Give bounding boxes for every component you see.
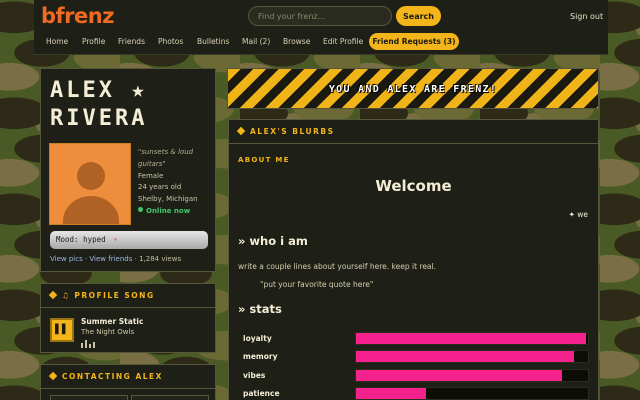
mood-label: Mood: [56,235,79,244]
nav-home[interactable]: Home [46,37,68,46]
contacting-header-label: CONTACTING ALEX [62,372,163,381]
avatar-body-shape [63,196,119,224]
stat-bar-fill [356,333,586,344]
stat-row: memory [243,350,589,363]
stat-bar-fill [356,370,563,381]
nav-bulletins[interactable]: Bulletins [197,37,229,46]
search-input[interactable] [248,6,392,26]
online-status: Online now [138,206,216,218]
online-status-text: Online now [146,206,191,215]
profile-tagline: "sunsets & loud guitars" [138,148,194,168]
stat-bar-fill [356,351,575,362]
avatar-head-shape [77,162,105,190]
frenz-banner-text: YOU AND ALEX ARE FRENZ! [328,84,498,95]
contact-action-button[interactable] [131,395,209,400]
search-button[interactable]: Search [396,6,441,26]
view-friends-link[interactable]: View friends [89,255,132,263]
view-count: · 1,284 views [132,255,182,263]
frenz-banner: YOU AND ALEX ARE FRENZ! [227,68,599,109]
sign-out-link[interactable]: Sign out [570,12,603,21]
online-dot-icon [138,206,143,212]
contacting-panel: CONTACTING ALEX [40,364,216,400]
mood-bar: Mood: hyped ⚡ [50,231,208,249]
about-me-label: ABOUT ME [238,156,290,164]
pause-button[interactable]: ▌▌ [50,318,74,342]
stat-bar-track [355,332,589,345]
stat-label: patience [243,389,280,398]
top-header: bfrenz Search Sign out Home Profile Frie… [34,0,608,55]
profile-location: Shelby, Michigan [138,195,198,204]
stat-row: patience [243,387,589,400]
profile-name-line2: RIVERA [50,106,148,131]
site-logo[interactable]: bfrenz [41,4,114,28]
view-pics-link[interactable]: View pics [50,255,83,263]
profile-age: 24 years old [138,183,182,192]
profile-name-line1: ALEX ★ [50,78,148,103]
blurbs-header-label: ALEX'S BLURBS [250,127,335,136]
profile-song-header-label: ♫ PROFILE SONG [62,291,155,300]
profile-info: "sunsets & loud guitars" Female 24 years… [138,147,216,218]
diamond-icon [48,371,58,381]
nav-profile[interactable]: Profile [82,37,105,46]
welcome-heading: Welcome [375,177,452,195]
stat-row: loyalty [243,332,589,345]
diamond-icon [236,126,246,136]
nav-friend-requests[interactable]: Friend Requests (3) [369,33,459,50]
stat-bar-track [355,387,589,400]
song-title: Summer Static [81,317,144,326]
profile-links: View pics · View friends · 1,284 views [50,255,181,263]
nav-browse[interactable]: Browse [283,37,310,46]
main-nav: Home Profile Friends Photos Bulletins Ma… [34,33,608,51]
stat-label: memory [243,352,278,361]
profile-panel: ALEX ★ RIVERA "sunsets & loud guitars" F… [40,68,216,272]
stat-bar-track [355,369,589,382]
profile-song-header: ♫ PROFILE SONG [41,284,215,308]
stats-heading: » stats [238,302,282,316]
stat-row: vibes [243,369,589,382]
nav-mail[interactable]: Mail (2) [242,37,270,46]
marquee-text: ✦ we [568,210,588,219]
lightning-icon: ⚡ [113,235,118,244]
nav-edit-profile[interactable]: Edit Profile [323,37,363,46]
nav-friends[interactable]: Friends [118,37,145,46]
profile-name: ALEX ★ RIVERA [50,77,147,133]
who-i-am-heading: » who i am [238,234,308,248]
song-artist: The Night Owls [81,328,135,336]
blurbs-header: ALEX'S BLURBS [229,120,598,144]
avatar[interactable] [49,143,131,225]
blurbs-panel: ALEX'S BLURBS ABOUT ME Welcome ✦ we » wh… [228,119,599,400]
equalizer-icon [81,340,101,348]
favorite-quote: "put your favorite quote here" [260,280,374,289]
contacting-header: CONTACTING ALEX [41,365,215,389]
stat-bar-fill [356,388,426,399]
stat-bar-track [355,350,589,363]
who-i-am-text: write a couple lines about yourself here… [238,262,436,271]
mood-value: hyped [83,235,106,244]
nav-photos[interactable]: Photos [158,37,183,46]
diamond-icon [48,290,58,300]
profile-gender: Female [138,171,164,180]
contact-action-button[interactable] [50,395,128,400]
stat-label: loyalty [243,334,272,343]
stat-label: vibes [243,371,266,380]
profile-song-panel: ♫ PROFILE SONG ▌▌ Summer Static The Nigh… [40,283,216,353]
